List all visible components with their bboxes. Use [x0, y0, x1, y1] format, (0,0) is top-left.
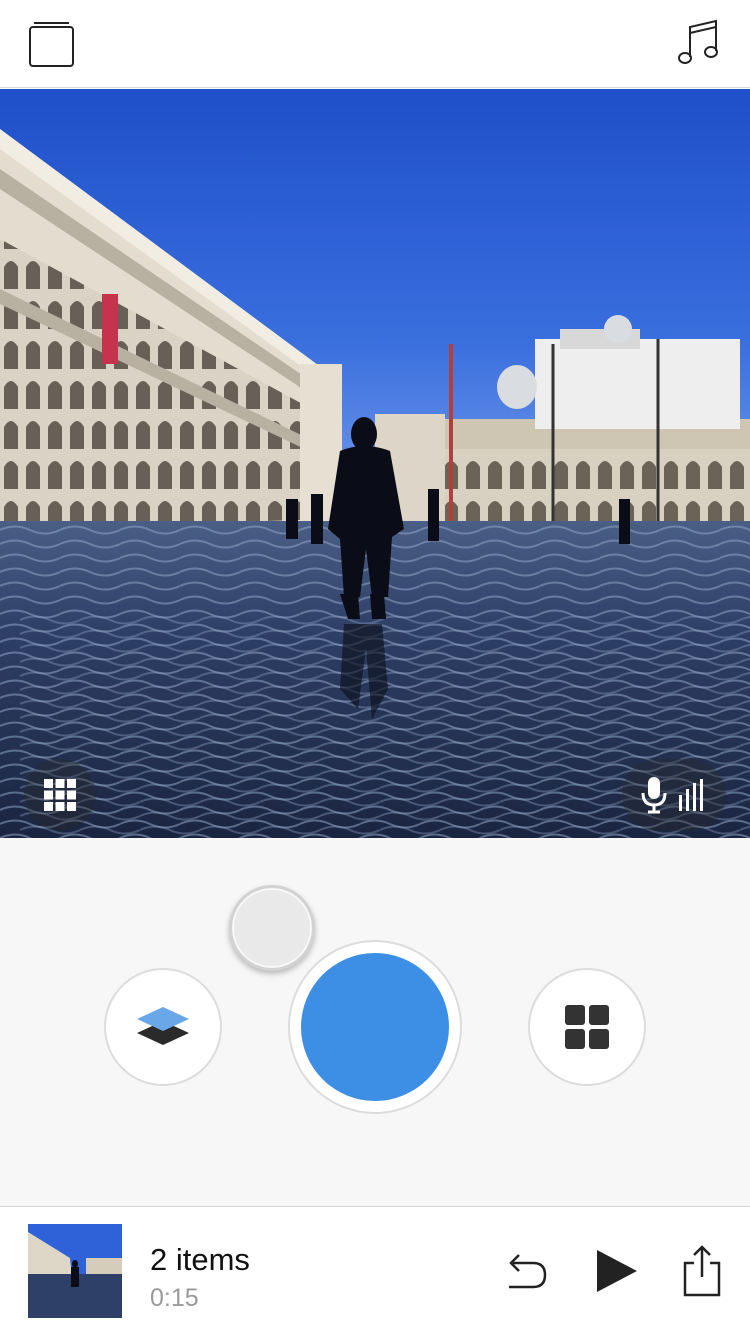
duration-label: 0:15 [150, 1284, 199, 1312]
thumbnail-image [28, 1224, 122, 1318]
four-squares-icon [565, 1005, 609, 1049]
undo-button[interactable] [498, 1243, 554, 1299]
project-bar: 2 items 0:15 [0, 1206, 750, 1334]
play-button[interactable] [589, 1243, 645, 1299]
item-count: 2 items [150, 1242, 250, 1277]
top-bar [0, 0, 750, 88]
capture-controls [0, 838, 750, 1206]
undo-icon [509, 1254, 547, 1289]
play-icon [597, 1250, 637, 1292]
music-button[interactable] [668, 14, 728, 74]
project-thumbnail[interactable] [28, 1224, 122, 1318]
grid-icon [44, 779, 76, 811]
projects-folder-icon [29, 22, 74, 67]
projects-button[interactable] [22, 14, 82, 74]
microphone-icon [641, 777, 667, 814]
layers-icon [137, 1007, 189, 1045]
audio-levels-icon [679, 779, 703, 811]
voiceover-button[interactable] [622, 759, 726, 831]
venice-flood-photo [0, 89, 750, 838]
music-note-icon [678, 19, 718, 64]
layouts-button[interactable] [528, 968, 646, 1086]
share-button[interactable] [674, 1243, 730, 1299]
media-preview[interactable] [0, 89, 750, 838]
grid-overlay-button[interactable] [24, 759, 96, 831]
record-button[interactable] [288, 940, 462, 1114]
floating-drag-knob[interactable] [229, 885, 315, 971]
share-icon [683, 1245, 721, 1297]
layers-button[interactable] [104, 968, 222, 1086]
record-icon [301, 953, 449, 1101]
